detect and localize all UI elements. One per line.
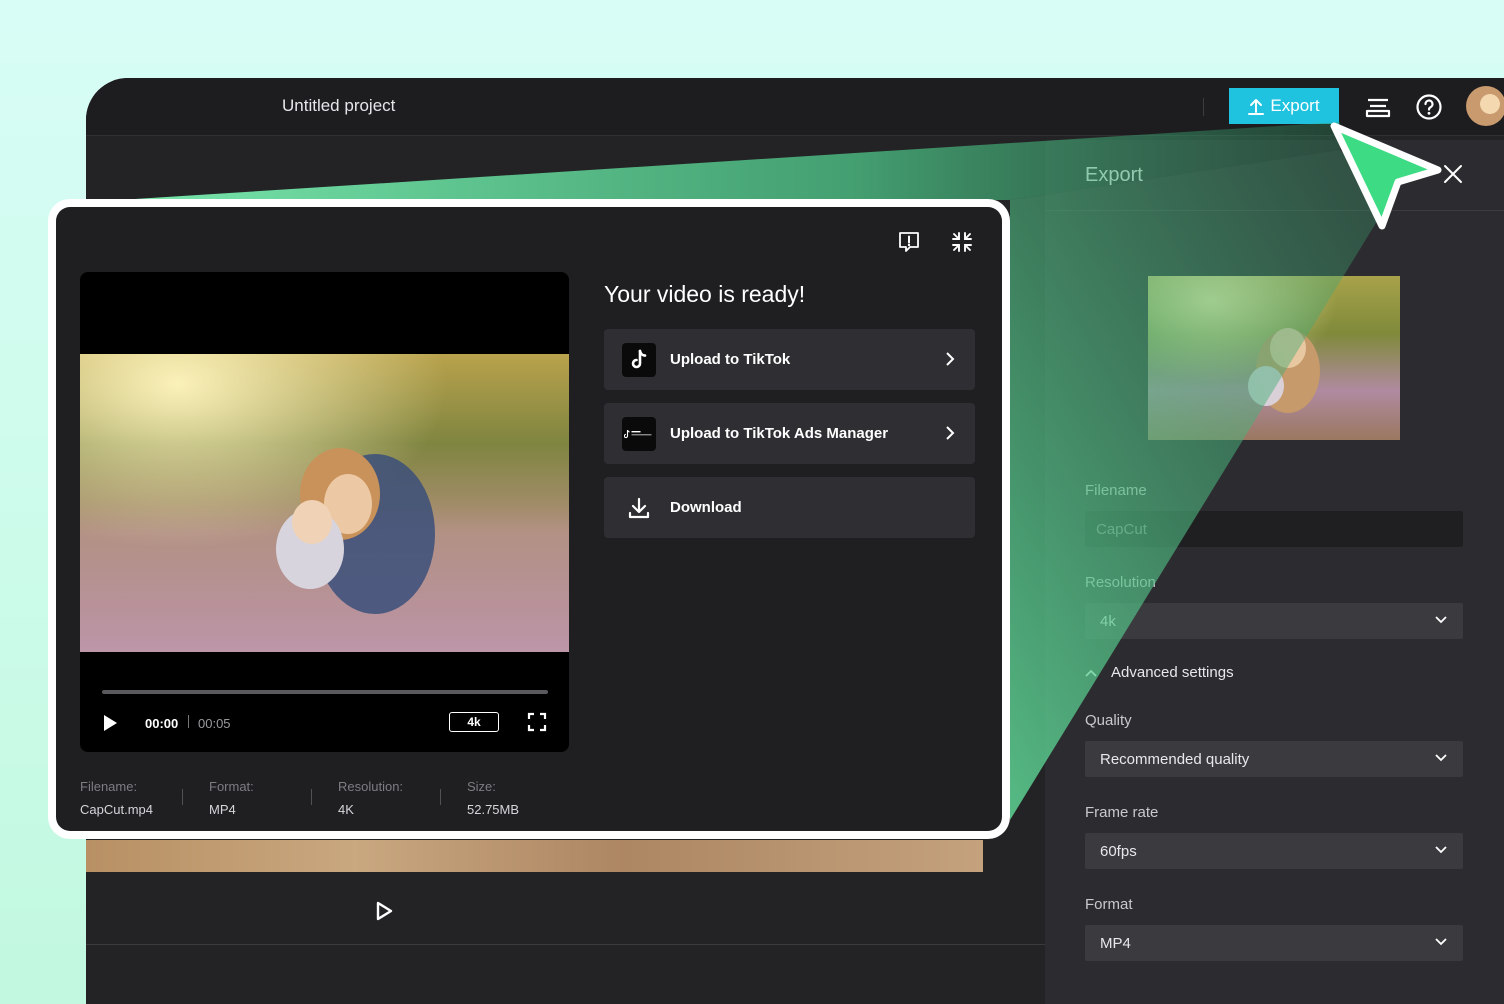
time-divider: [188, 715, 189, 728]
top-bar: Untitled project Export: [86, 78, 1504, 136]
player-controls: 00:00 00:05 4k: [102, 712, 548, 736]
filename-value: CapCut: [1096, 520, 1147, 538]
fullscreen-icon[interactable]: [527, 712, 547, 737]
download-button[interactable]: Download: [604, 477, 975, 538]
resolution-label: Resolution: [1085, 574, 1156, 591]
format-select[interactable]: MP4: [1085, 925, 1463, 961]
action-label: Upload to TikTok: [670, 351, 791, 368]
current-time: 00:00: [145, 716, 179, 731]
divider: [86, 944, 1046, 945]
tiktok-icon: [622, 342, 656, 377]
upload-tiktok-ads-button[interactable]: Upload to TikTok Ads Manager: [604, 403, 975, 464]
timeline-clip[interactable]: [86, 840, 983, 872]
framerate-select[interactable]: 60fps: [1085, 833, 1463, 869]
duration: 00:05: [198, 716, 231, 731]
chevron-down-icon: [1435, 846, 1447, 854]
format-value: MP4: [1100, 934, 1131, 952]
meta-filename: Filename: CapCut.mp4: [80, 779, 153, 817]
quality-select[interactable]: Recommended quality: [1085, 741, 1463, 777]
quality-value: Recommended quality: [1100, 750, 1250, 768]
chevron-down-icon: [1435, 938, 1447, 946]
side-panel-title: Export: [1085, 164, 1143, 186]
action-label: Upload to TikTok Ads Manager: [670, 425, 889, 442]
meta-value: 52.75MB: [467, 802, 520, 817]
action-label: Download: [670, 499, 742, 516]
chevron-up-icon: [1085, 669, 1097, 677]
meta-value: 4K: [338, 802, 354, 817]
advanced-settings-toggle[interactable]: Advanced settings: [1085, 664, 1234, 681]
export-thumbnail: [1148, 276, 1400, 440]
filename-field[interactable]: CapCut: [1085, 511, 1463, 547]
download-icon: [622, 491, 656, 525]
chevron-right-icon: [946, 426, 955, 440]
resolution-select[interactable]: 4k: [1085, 603, 1463, 639]
play-icon[interactable]: [102, 714, 118, 737]
upload-tiktok-button[interactable]: Upload to TikTok: [604, 329, 975, 390]
meta-value: CapCut.mp4: [80, 802, 153, 817]
quality-label: Quality: [1085, 712, 1132, 729]
meta-key: Size:: [467, 779, 496, 794]
framerate-label: Frame rate: [1085, 804, 1159, 821]
meta-key: Format:: [209, 779, 254, 794]
pointer-cursor-icon: [1326, 118, 1446, 243]
meta-resolution: Resolution: 4K: [338, 779, 403, 817]
divider: [182, 789, 183, 805]
chevron-right-icon: [946, 352, 955, 366]
upload-icon: [1248, 99, 1265, 115]
filename-label: Filename: [1085, 482, 1147, 499]
export-button[interactable]: Export: [1229, 88, 1339, 124]
meta-size: Size: 52.75MB: [467, 779, 519, 817]
playback-progress[interactable]: [102, 690, 548, 694]
meta-format: Format: MP4: [209, 779, 254, 817]
tiktok-business-icon: [622, 416, 656, 451]
meta-key: Resolution:: [338, 779, 404, 794]
export-side-panel: Export Filename CapCut Resolution 4k Adv…: [1045, 140, 1504, 1004]
framerate-value: 60fps: [1100, 842, 1137, 860]
project-title[interactable]: Untitled project: [282, 96, 395, 116]
chevron-down-icon: [1435, 616, 1447, 624]
export-complete-dialog: 00:00 00:05 4k Your video is ready! Uplo…: [48, 199, 1010, 839]
divider: [440, 789, 441, 805]
meta-key: Filename:: [80, 779, 138, 794]
dialog-body: 00:00 00:05 4k Your video is ready! Uplo…: [56, 207, 1002, 831]
video-player[interactable]: 00:00 00:05 4k: [80, 272, 569, 752]
avatar[interactable]: [1466, 86, 1504, 126]
ready-heading: Your video is ready!: [604, 281, 806, 307]
meta-value: MP4: [209, 802, 236, 817]
resolution-badge[interactable]: 4k: [449, 712, 499, 732]
timeline-play-icon[interactable]: [373, 900, 395, 927]
chevron-down-icon: [1435, 754, 1447, 762]
collapse-icon[interactable]: [947, 227, 977, 257]
video-frame: [80, 354, 569, 652]
format-label: Format: [1085, 896, 1133, 913]
resolution-value: 4k: [1100, 612, 1116, 630]
divider: [311, 789, 312, 805]
feedback-icon[interactable]: [894, 227, 924, 257]
export-button-label: Export: [1270, 96, 1320, 115]
advanced-settings-label: Advanced settings: [1111, 664, 1234, 681]
divider: [1203, 98, 1204, 116]
